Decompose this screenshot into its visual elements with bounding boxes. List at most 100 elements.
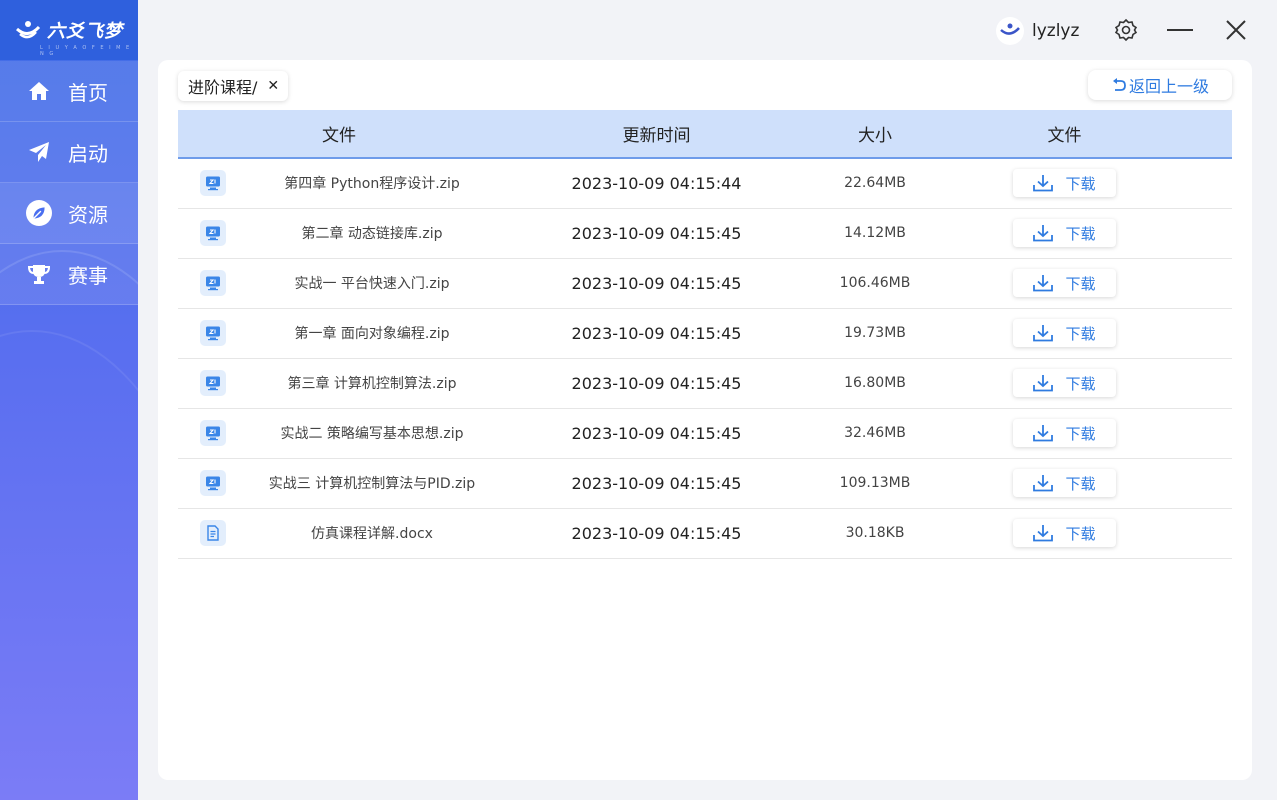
download-icon [1033, 275, 1054, 292]
sidebar-item-label: 启动 [68, 141, 108, 166]
download-label: 下载 [1065, 424, 1096, 443]
top-bar: lyzlyz [138, 0, 1277, 60]
send-icon [26, 139, 52, 165]
logo-subtitle: L I U Y A O F E I M E N G [40, 45, 132, 57]
download-cell: 下载 [937, 508, 1192, 558]
user-profile[interactable]: lyzlyz [996, 17, 1079, 45]
download-button[interactable]: 下载 [1013, 169, 1116, 198]
column-header-updated: 更新时间 [622, 126, 691, 146]
breadcrumb-tag[interactable]: 进阶课程/ ✕ [178, 71, 289, 101]
table-row: 仿真课程详解.docx 2023-10-09 04:15:45 30.18KB … [178, 508, 1232, 558]
table-header-row: 文件 更新时间 大小 文件 [178, 110, 1232, 158]
back-button[interactable]: 返回上一级 [1088, 70, 1232, 100]
column-header-file: 文件 [322, 126, 356, 146]
download-icon [1033, 225, 1054, 242]
download-cell: 下载 [937, 208, 1192, 258]
breadcrumb-close-icon[interactable]: ✕ [267, 78, 279, 94]
file-size: 19.73MB [844, 325, 906, 341]
table-row: 第三章 计算机控制算法.zip 2023-10-09 04:15:45 16.8… [178, 358, 1232, 408]
sidebar-nav: 首页 启动 资源 赛事 [0, 61, 138, 305]
file-icon-cell [178, 508, 244, 558]
file-updated-time: 2023-10-09 04:15:44 [571, 173, 742, 193]
file-icon-cell [178, 258, 244, 308]
file-icon-cell [178, 458, 244, 508]
download-label: 下载 [1065, 474, 1096, 493]
archive-file-icon [200, 320, 226, 346]
close-icon [1226, 20, 1246, 40]
logo-text: 六爻飞梦 [47, 21, 123, 42]
file-icon-cell [178, 308, 244, 358]
download-cell: 下载 [937, 308, 1192, 358]
download-button[interactable]: 下载 [1013, 369, 1116, 397]
close-button[interactable] [1222, 16, 1250, 44]
download-button[interactable]: 下载 [1013, 219, 1116, 247]
breadcrumb-path: 进阶课程/ [188, 78, 258, 97]
sidebar-item-label: 资源 [68, 202, 108, 227]
table-row: 实战三 计算机控制算法与PID.zip 2023-10-09 04:15:45 … [178, 458, 1232, 508]
table-row: 第二章 动态链接库.zip 2023-10-09 04:15:45 14.12M… [178, 208, 1232, 258]
download-button[interactable]: 下载 [1013, 519, 1116, 547]
archive-file-icon [200, 470, 226, 496]
table-row: 实战二 策略编写基本思想.zip 2023-10-09 04:15:45 32.… [178, 408, 1232, 458]
download-cell: 下载 [937, 158, 1192, 208]
file-size: 106.46MB [839, 275, 911, 291]
table-row: 第一章 面向对象编程.zip 2023-10-09 04:15:45 19.73… [178, 308, 1232, 358]
trophy-icon [26, 261, 52, 287]
download-icon [1033, 525, 1054, 542]
gear-icon [1114, 18, 1138, 42]
download-cell: 下载 [937, 408, 1192, 458]
file-name: 第四章 Python程序设计.zip [284, 176, 460, 193]
download-label: 下载 [1065, 274, 1096, 293]
minimize-icon [1167, 29, 1193, 31]
settings-button[interactable] [1112, 16, 1140, 44]
sidebar-item-resources[interactable]: 资源 [0, 183, 138, 244]
archive-file-icon [200, 420, 226, 446]
file-updated-time: 2023-10-09 04:15:45 [571, 423, 742, 443]
file-updated-time: 2023-10-09 04:15:45 [571, 273, 742, 293]
column-header-spacer [1192, 110, 1232, 158]
download-button[interactable]: 下载 [1013, 269, 1116, 297]
download-label: 下载 [1065, 174, 1096, 193]
minimize-button[interactable] [1166, 16, 1194, 44]
download-button[interactable]: 下载 [1013, 419, 1116, 447]
sidebar-item-events[interactable]: 赛事 [0, 244, 138, 305]
download-icon [1033, 375, 1054, 392]
sidebar: 六爻飞梦 L I U Y A O F E I M E N G 首页 启动 资源 [0, 0, 138, 800]
download-icon [1033, 425, 1054, 442]
file-icon-cell [178, 408, 244, 458]
file-size: 109.13MB [839, 475, 911, 491]
table-body: 第四章 Python程序设计.zip 2023-10-09 04:15:44 2… [178, 158, 1232, 558]
file-size: 30.18KB [845, 525, 905, 541]
file-updated-time: 2023-10-09 04:15:45 [571, 473, 742, 493]
sidebar-item-home[interactable]: 首页 [0, 61, 138, 122]
download-cell: 下载 [937, 358, 1192, 408]
archive-file-icon [200, 170, 226, 197]
download-button[interactable]: 下载 [1013, 469, 1116, 497]
archive-file-icon [200, 220, 226, 246]
download-label: 下载 [1065, 224, 1096, 243]
file-size: 14.12MB [844, 225, 906, 241]
file-icon-cell [178, 158, 244, 208]
file-table: 文件 更新时间 大小 文件 第四章 Python程序设计.zip 2023-10… [178, 110, 1232, 559]
file-icon-cell [178, 208, 244, 258]
file-name: 实战二 策略编写基本思想.zip [280, 426, 464, 442]
sidebar-item-launch[interactable]: 启动 [0, 122, 138, 183]
logo-icon [15, 21, 41, 39]
file-updated-time: 2023-10-09 04:15:45 [571, 323, 742, 343]
download-label: 下载 [1065, 524, 1096, 543]
download-cell: 下载 [937, 258, 1192, 308]
download-button[interactable]: 下载 [1013, 319, 1116, 347]
avatar [996, 17, 1024, 45]
leaf-icon [26, 200, 52, 226]
main-panel: 进阶课程/ ✕ 返回上一级 文件 更新时间 大小 文件 第四章 Python程序… [158, 60, 1252, 780]
download-icon [1033, 175, 1054, 192]
column-header-action: 文件 [1047, 126, 1082, 146]
file-updated-time: 2023-10-09 04:15:45 [571, 523, 742, 543]
download-label: 下载 [1065, 374, 1096, 393]
download-label: 下载 [1065, 324, 1096, 343]
file-size: 32.46MB [844, 425, 906, 441]
file-name: 实战一 平台快速入门.zip [294, 276, 450, 292]
file-name: 第二章 动态链接库.zip [301, 226, 443, 242]
back-button-label: 返回上一级 [1128, 77, 1209, 96]
file-name: 第三章 计算机控制算法.zip [287, 376, 457, 392]
